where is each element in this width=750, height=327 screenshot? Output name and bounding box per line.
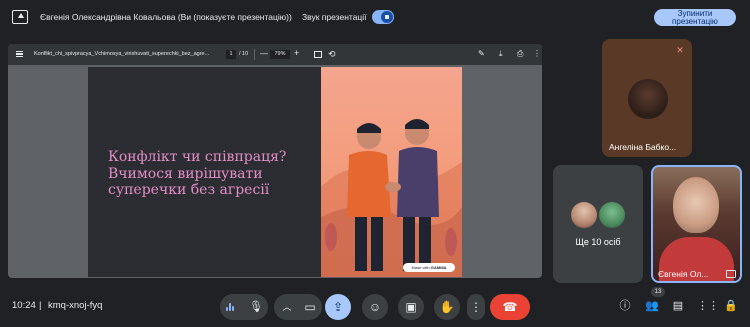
hand-icon: ✋ bbox=[439, 300, 455, 314]
activities-icon[interactable]: ⋮⋮ bbox=[697, 298, 719, 314]
present-screen-icon: ⇪ bbox=[332, 300, 344, 314]
top-bar: Євгенія Олександрівна Ковальова (Ви (пок… bbox=[0, 0, 750, 36]
presentation-sound-toggle[interactable] bbox=[372, 10, 394, 24]
made-with-prefix: Made with bbox=[411, 265, 430, 270]
participant-name: Ангеліна Бабко... bbox=[609, 142, 677, 152]
made-with-badge: Made with GAMMA bbox=[403, 263, 455, 272]
participant-tile-angelina[interactable]: Ангеліна Бабко... bbox=[602, 39, 692, 157]
captions-button[interactable]: ▣ bbox=[398, 294, 424, 320]
meeting-info-icon[interactable]: ⓘ bbox=[617, 298, 633, 314]
meeting-code: kmq-xnoj-fyq bbox=[48, 300, 103, 311]
download-icon[interactable]: ⤓ bbox=[499, 49, 503, 59]
zoom-out-icon[interactable]: — bbox=[260, 49, 268, 58]
picture-in-picture-icon[interactable] bbox=[726, 270, 736, 278]
divider: | bbox=[39, 300, 42, 311]
people-count-badge: 13 bbox=[651, 287, 665, 297]
made-with-brand: GAMMA bbox=[430, 265, 447, 270]
more-participants-label: Ще 10 осіб bbox=[575, 237, 621, 247]
slide-title-line3: суперечки без агресії bbox=[108, 182, 270, 198]
avatar bbox=[571, 202, 597, 228]
present-now-button[interactable]: ⇪ bbox=[325, 294, 351, 320]
stop-presenting-button[interactable]: Зупинити презентацію bbox=[654, 9, 736, 26]
microphone-control[interactable]: 🎙 bbox=[220, 294, 268, 320]
pen-icon[interactable]: ✎ bbox=[478, 49, 485, 58]
fit-page-icon[interactable] bbox=[314, 51, 322, 58]
presenting-status-text: Євгенія Олександрівна Ковальова (Ви (пок… bbox=[40, 12, 292, 22]
reactions-button[interactable]: ☺ bbox=[362, 294, 388, 320]
slide-title-line1: Конфлікт чи співпраця? bbox=[108, 149, 287, 165]
avatar bbox=[599, 202, 625, 228]
camera-icon[interactable]: ▭ bbox=[300, 294, 320, 320]
rotate-icon[interactable]: ⟲ bbox=[328, 49, 336, 60]
pdf-file-name: Konflikt_chi_spivpracya_Vchimosya_virish… bbox=[34, 51, 210, 57]
stop-presenting-label-line2: презентацію bbox=[672, 17, 718, 26]
slide-title: Конфлікт чи співпраця? Вчимося вирішуват… bbox=[108, 149, 308, 199]
participant-name: Євгенія Ол... bbox=[658, 269, 709, 279]
avatar bbox=[628, 79, 668, 119]
presentation-slide: Конфлікт чи співпраця? Вчимося вирішуват… bbox=[88, 67, 462, 277]
microphone-icon[interactable]: 🎙 bbox=[246, 294, 266, 320]
zoom-in-icon[interactable]: + bbox=[294, 48, 299, 58]
host-controls-icon[interactable]: 🔒 bbox=[723, 298, 739, 314]
more-vert-icon: ⋮ bbox=[470, 300, 482, 314]
zoom-level-input[interactable]: 79% bbox=[270, 50, 290, 59]
toolbar-divider bbox=[254, 49, 255, 60]
emoji-icon: ☺ bbox=[368, 300, 382, 314]
raise-hand-button[interactable]: ✋ bbox=[434, 294, 460, 320]
presentation-sound-label: Звук презентації bbox=[302, 12, 367, 22]
print-icon[interactable]: ⎙ bbox=[517, 49, 523, 59]
handshake-illustration bbox=[321, 119, 462, 277]
chevron-up-icon[interactable]: ︿ bbox=[280, 294, 294, 320]
leave-call-button[interactable]: ☎ bbox=[490, 294, 530, 320]
slide-text-panel: Конфлікт чи співпраця? Вчимося вирішуват… bbox=[88, 67, 321, 277]
pdf-viewer: Konflikt_chi_spivpracya_Vchimosya_virish… bbox=[8, 44, 542, 278]
page-number-input[interactable]: 1 bbox=[226, 50, 236, 59]
menu-icon[interactable] bbox=[16, 51, 23, 57]
speaker-icon bbox=[381, 11, 393, 23]
captions-icon: ▣ bbox=[405, 300, 417, 314]
chat-icon[interactable]: ▤ bbox=[670, 298, 686, 314]
self-view-tile[interactable]: Євгенія Ол... bbox=[651, 165, 742, 283]
present-screen-icon bbox=[12, 10, 28, 24]
slide-illustration: Made with GAMMA bbox=[321, 67, 462, 277]
more-vert-icon[interactable]: ⋮ bbox=[533, 49, 541, 58]
people-icon[interactable]: 👥 bbox=[644, 298, 660, 314]
page-total: / 10 bbox=[239, 51, 249, 57]
meeting-time: 10:24 bbox=[12, 300, 36, 311]
more-options-button[interactable]: ⋮ bbox=[467, 294, 485, 320]
pdf-toolbar: Konflikt_chi_spivpracya_Vchimosya_virish… bbox=[8, 44, 542, 65]
mic-off-icon: ✕ bbox=[674, 44, 686, 56]
audio-level-icon bbox=[226, 303, 234, 311]
self-video bbox=[673, 177, 719, 233]
camera-control[interactable]: ︿ ▭ bbox=[274, 294, 322, 320]
more-participants-tile[interactable]: Ще 10 осіб bbox=[553, 165, 643, 283]
slide-title-line2: Вчимося вирішувати bbox=[108, 165, 263, 182]
end-call-icon: ☎ bbox=[502, 300, 518, 314]
